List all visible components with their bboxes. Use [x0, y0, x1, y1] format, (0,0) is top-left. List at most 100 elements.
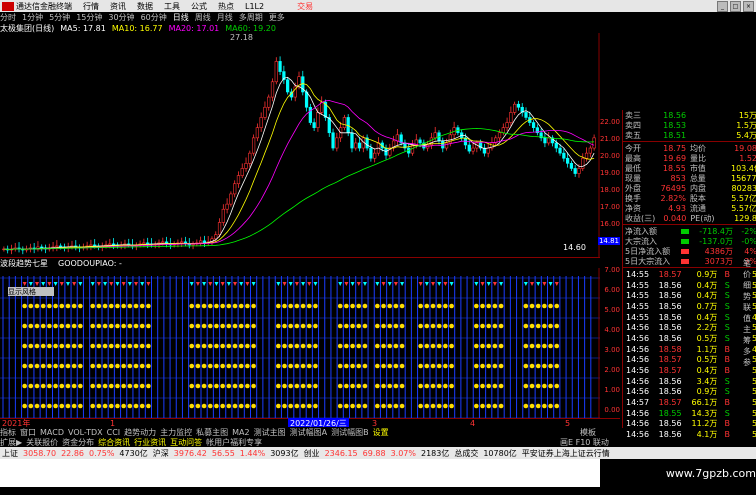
- side-nav-item[interactable]: 势: [743, 291, 751, 302]
- side-nav-item[interactable]: 多: [743, 346, 751, 357]
- side-nav-item[interactable]: 主: [743, 324, 751, 335]
- tick-row[interactable]: 14:56 18.56 11.2万 B 5: [623, 419, 756, 430]
- tab-industry-news[interactable]: 行业资讯: [134, 437, 166, 448]
- star-dot: [140, 404, 145, 409]
- menu-item-data[interactable]: 数据: [137, 1, 153, 12]
- tab-f10[interactable]: 画E F10 联动: [560, 437, 609, 448]
- star-dot: [59, 364, 64, 369]
- tf-5min[interactable]: 5分钟: [49, 12, 70, 23]
- tick-row[interactable]: 14:56 18.58 1.1万 B 4: [623, 344, 756, 355]
- candle-body: [585, 153, 588, 158]
- menu-item-l1l2[interactable]: L1L2: [245, 2, 264, 11]
- candle-body: [434, 133, 437, 138]
- minimize-icon[interactable]: _: [717, 1, 728, 12]
- tf-15min[interactable]: 15分钟: [76, 12, 102, 23]
- tf-weekly[interactable]: 周线: [195, 12, 211, 23]
- tick-row[interactable]: 14:56 18.56 0.5万 S 5: [623, 333, 756, 344]
- tick-vol: 14.3: [682, 409, 710, 418]
- tick-dir: B: [717, 355, 737, 364]
- menu-item-formula[interactable]: 公式: [191, 1, 207, 12]
- tick-vol: 0.9: [682, 270, 710, 279]
- tick-time: 14:55: [623, 302, 652, 311]
- tab-test-a[interactable]: 测试幅图A: [290, 427, 327, 438]
- tick-row[interactable]: 14:55 18.56 0.4万 S 5: [623, 280, 756, 291]
- seven-star-indicator[interactable]: [0, 268, 600, 418]
- star-dot: [530, 364, 535, 369]
- tab-welfare[interactable]: 帐用户福利专享: [206, 437, 262, 448]
- tab-qa[interactable]: 互动问答: [170, 437, 202, 448]
- tick-row[interactable]: 14:56 18.55 14.3万 S 5: [623, 408, 756, 419]
- menu-item-news[interactable]: 资讯: [110, 1, 126, 12]
- tab-macd[interactable]: MACD: [40, 428, 64, 437]
- star-dot: [134, 344, 139, 349]
- tick-row[interactable]: 14:56 18.56 0.9万 S 5: [623, 387, 756, 398]
- star-dot: [536, 384, 541, 389]
- star-dot: [189, 364, 194, 369]
- star-dot: [97, 304, 102, 309]
- style-label-box[interactable]: 显示风格: [8, 287, 54, 296]
- star-dot: [381, 404, 386, 409]
- tick-row[interactable]: 14:57 18.57 66.1万 B 5: [623, 397, 756, 408]
- tab-related[interactable]: 关联报价: [26, 437, 58, 448]
- tf-30min[interactable]: 30分钟: [108, 12, 134, 23]
- tf-intraday[interactable]: 分时: [0, 12, 16, 23]
- star-dot: [220, 404, 225, 409]
- tab-cci[interactable]: CCI: [107, 428, 121, 437]
- star-dot: [196, 364, 201, 369]
- tab-news[interactable]: 综合资讯: [98, 437, 130, 448]
- tf-60min[interactable]: 60分钟: [141, 12, 167, 23]
- ask-row[interactable]: 卖四 18.53 1.5万: [623, 120, 756, 130]
- tick-row[interactable]: 14:55 18.56 0.7万 S 5: [623, 301, 756, 312]
- tick-row[interactable]: 14:55 18.56 0.4万 S 4: [623, 312, 756, 323]
- tick-vol: 0.4: [682, 313, 710, 322]
- menu-item-trade[interactable]: 交易: [297, 1, 313, 12]
- tick-row[interactable]: 14:56 18.57 0.5万 B 5: [623, 355, 756, 366]
- star-dot: [251, 304, 256, 309]
- tick-vol: 11.2: [682, 419, 710, 428]
- tf-monthly[interactable]: 月线: [217, 12, 233, 23]
- maximize-icon[interactable]: □: [730, 1, 741, 12]
- close-icon[interactable]: ×: [743, 1, 754, 12]
- tick-row[interactable]: 14:56 18.57 0.4万 B 5: [623, 365, 756, 376]
- price-chart[interactable]: [0, 33, 600, 258]
- tick-row[interactable]: 14:56 18.56 3.4万 S 5: [623, 376, 756, 387]
- tab-test-b[interactable]: 测试幅图B: [331, 427, 369, 438]
- star-dot: [338, 404, 343, 409]
- tick-row[interactable]: 14:55 18.56 0.4万 S 5: [623, 290, 756, 301]
- side-nav-item[interactable]: 价: [743, 269, 751, 280]
- tick-row[interactable]: 14:56 18.56 4.1万 B 5: [623, 429, 756, 440]
- tab-expand[interactable]: 扩展▶: [0, 437, 22, 448]
- candle-body: [93, 245, 96, 246]
- menu-item-quotes[interactable]: 行情: [83, 1, 99, 12]
- star-dot: [90, 304, 95, 309]
- tf-1min[interactable]: 1分钟: [22, 12, 43, 23]
- hs-name: 沪深: [153, 448, 169, 459]
- stat-val: 4.93: [653, 204, 686, 213]
- ask-row[interactable]: 卖三 18.56 15万: [623, 110, 756, 120]
- side-nav-item[interactable]: 筹: [743, 335, 751, 346]
- tab-vol[interactable]: VOL-TDX: [68, 428, 103, 437]
- star-dot: [301, 344, 306, 349]
- side-nav-item[interactable]: 细: [743, 280, 751, 291]
- price-tick: 17.00: [600, 203, 620, 211]
- tf-daily[interactable]: 日线: [173, 12, 189, 23]
- tick-row[interactable]: 14:56 18.56 2.2万 S 5: [623, 322, 756, 333]
- star-dot: [394, 364, 399, 369]
- star-dot: [227, 364, 232, 369]
- side-nav-item[interactable]: 参: [743, 357, 751, 368]
- tf-more[interactable]: 更多: [269, 12, 285, 23]
- menu-item-hotspot[interactable]: 热点: [218, 1, 234, 12]
- tab-ma2[interactable]: MA2: [232, 428, 249, 437]
- menu-item-tools[interactable]: 工具: [164, 1, 180, 12]
- tick-row[interactable]: 14:55 18.57 0.9万 B 5: [623, 269, 756, 280]
- side-nav-item[interactable]: 笔: [743, 258, 751, 269]
- candle-body: [581, 158, 584, 168]
- ask-row[interactable]: 卖五 18.51 5.4万: [623, 130, 756, 140]
- tab-funds[interactable]: 资金分布: [62, 437, 94, 448]
- side-nav-item[interactable]: 联: [743, 302, 751, 313]
- side-nav-item[interactable]: 值: [743, 313, 751, 324]
- candle-body: [241, 168, 244, 175]
- candle-body: [563, 153, 566, 158]
- tf-multi[interactable]: 多周期: [239, 12, 263, 23]
- tab-settings[interactable]: 设置: [373, 427, 389, 438]
